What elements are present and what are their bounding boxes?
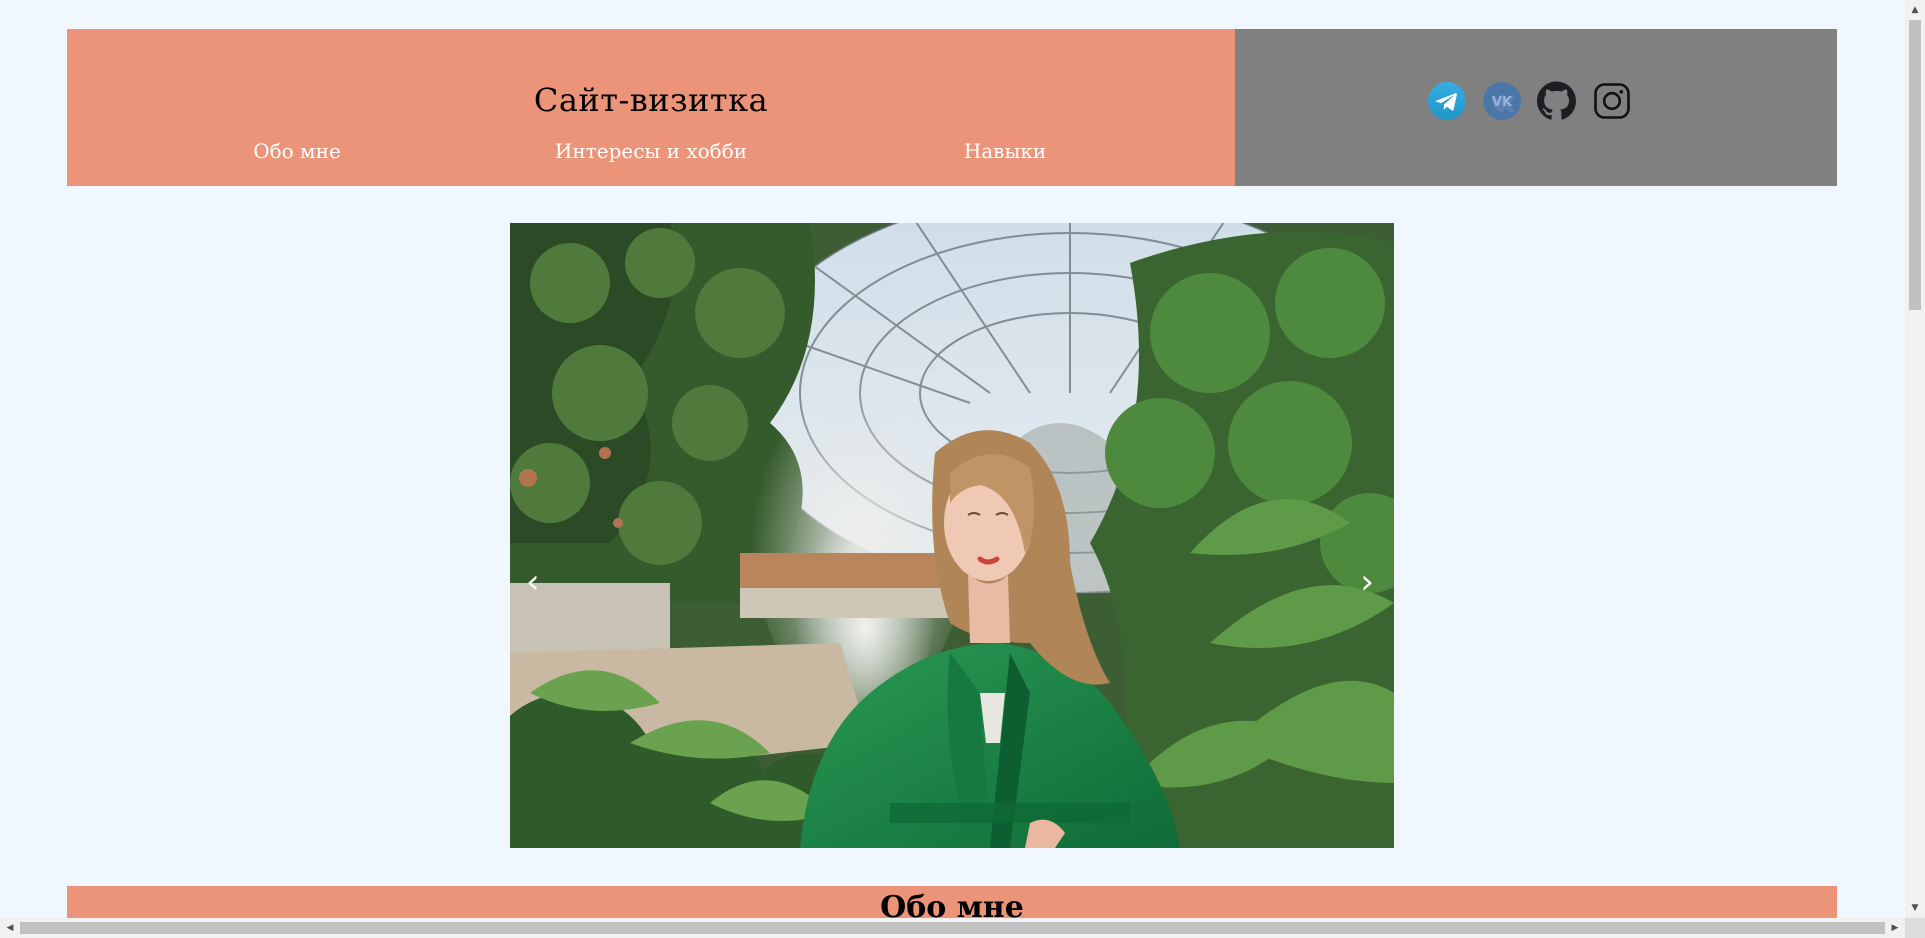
about-section-header: Обо мне	[67, 886, 1837, 918]
horizontal-scrollbar[interactable]: ◀ ▶	[0, 918, 1905, 938]
vertical-scroll-thumb[interactable]	[1909, 20, 1921, 310]
site-header: Сайт-визитка Обо мне Интересы и хобби На…	[67, 29, 1837, 186]
horizontal-scroll-thumb[interactable]	[20, 922, 1885, 934]
scroll-up-icon[interactable]: ▲	[1905, 0, 1925, 20]
svg-text:VK: VK	[1491, 95, 1512, 110]
scrollbar-corner	[1905, 918, 1925, 938]
scroll-down-icon[interactable]: ▼	[1905, 898, 1925, 918]
scroll-left-icon[interactable]: ◀	[0, 918, 20, 938]
nav-link-skills[interactable]: Навыки	[964, 139, 1046, 163]
header-main: Сайт-визитка Обо мне Интересы и хобби На…	[67, 29, 1235, 186]
photo-slider: ‹ ›	[510, 223, 1394, 848]
vk-icon[interactable]: VK	[1482, 81, 1521, 120]
github-icon[interactable]	[1537, 81, 1576, 120]
slide-photo	[510, 223, 1394, 848]
telegram-icon[interactable]	[1427, 81, 1466, 120]
section-title-about: Обо мне	[880, 890, 1024, 918]
social-links: VK	[1427, 81, 1631, 120]
scroll-right-icon[interactable]: ▶	[1885, 918, 1905, 938]
slider-prev-button[interactable]: ‹	[526, 565, 540, 599]
site-title: Сайт-визитка	[533, 81, 769, 119]
instagram-icon[interactable]	[1592, 81, 1631, 120]
nav-link-about[interactable]: Обо мне	[253, 139, 341, 163]
nav-link-interests[interactable]: Интересы и хобби	[555, 139, 747, 163]
vertical-scrollbar[interactable]: ▲ ▼	[1905, 0, 1925, 918]
social-panel: VK	[1235, 29, 1837, 186]
page: Сайт-визитка Обо мне Интересы и хобби На…	[0, 0, 1905, 918]
slider-next-button[interactable]: ›	[1360, 565, 1374, 599]
